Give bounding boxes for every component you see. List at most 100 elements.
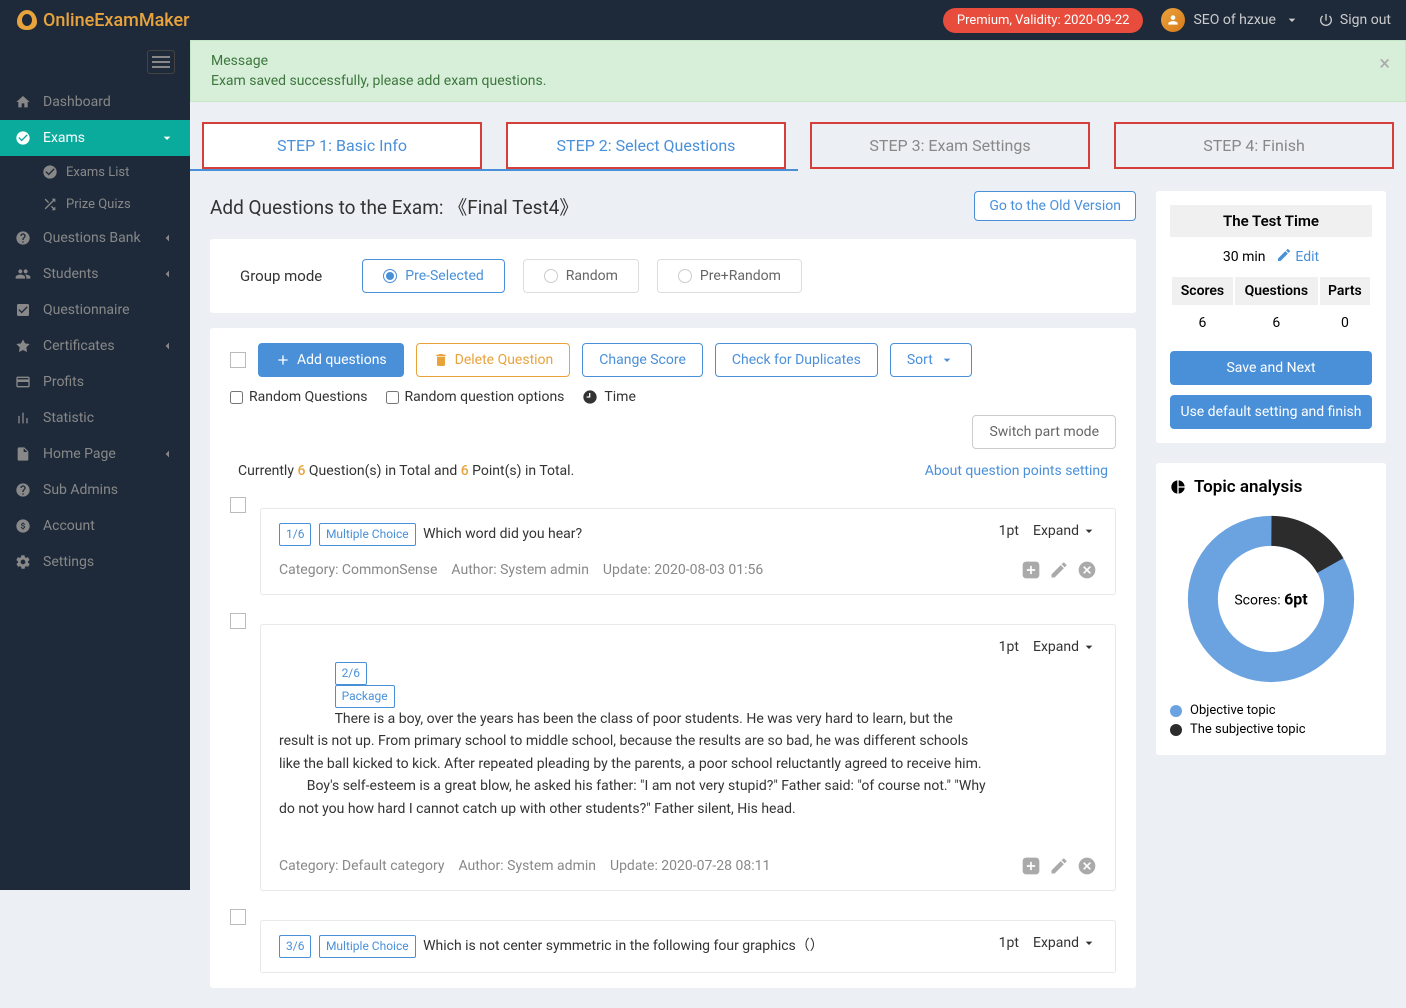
legend-label: The subjective topic xyxy=(1190,722,1306,737)
clock-icon xyxy=(582,389,598,405)
delete-question-button[interactable]: Delete Question xyxy=(416,343,571,377)
close-icon[interactable]: × xyxy=(1379,51,1390,75)
question-checkbox[interactable] xyxy=(230,497,246,513)
nav-home-page[interactable]: Home Page xyxy=(0,436,190,472)
nav-sub-admins[interactable]: Sub Admins xyxy=(0,472,190,508)
change-score-button[interactable]: Change Score xyxy=(582,343,703,377)
message-title: Message xyxy=(211,53,1385,69)
chevron-down-icon xyxy=(159,130,175,146)
signout-button[interactable]: Sign out xyxy=(1318,12,1391,28)
avatar xyxy=(1161,8,1185,32)
chevron-left-icon xyxy=(159,266,175,282)
nav-settings[interactable]: Settings xyxy=(0,544,190,580)
nav-label: Students xyxy=(43,266,98,282)
step-3[interactable]: STEP 3: Exam Settings xyxy=(810,122,1090,169)
expand-button[interactable]: Expand xyxy=(1033,935,1097,951)
nav-profits[interactable]: Profits xyxy=(0,364,190,400)
time-toggle[interactable]: Time xyxy=(582,389,635,405)
signout-label: Sign out xyxy=(1340,12,1391,28)
chevron-down-icon xyxy=(1081,935,1097,951)
logo[interactable]: OnlineExamMaker xyxy=(15,8,190,32)
topic-donut-chart: Scores: 6pt xyxy=(1181,509,1361,689)
pie-chart-icon xyxy=(1170,479,1186,495)
nav-certificates[interactable]: Certificates xyxy=(0,328,190,364)
radio-pre-random[interactable]: Pre+Random xyxy=(657,259,802,293)
nav-label: Statistic xyxy=(43,410,94,426)
nav-statistic[interactable]: Statistic xyxy=(0,400,190,436)
check-circle-icon xyxy=(15,130,31,146)
legend-item: The subjective topic xyxy=(1170,722,1372,737)
question-category: Category: Default category xyxy=(279,858,444,874)
user-menu[interactable]: SEO of hzxue xyxy=(1161,8,1299,32)
premium-badge: Premium, Validity: 2020-09-22 xyxy=(943,8,1144,33)
edit-time-link[interactable]: Edit xyxy=(1276,249,1319,265)
nav-account[interactable]: Account xyxy=(0,508,190,544)
expand-button[interactable]: Expand xyxy=(1033,523,1097,539)
points-setting-link[interactable]: About question points setting xyxy=(925,463,1108,479)
users-icon xyxy=(15,266,31,282)
delete-icon[interactable] xyxy=(1077,560,1097,580)
question-text: There is a boy, over the years has been … xyxy=(279,711,989,817)
expand-button[interactable]: Expand xyxy=(1033,639,1097,655)
sort-button[interactable]: Sort xyxy=(890,343,972,377)
page-icon xyxy=(15,446,31,462)
td-questions: 6 xyxy=(1235,307,1318,339)
select-all-checkbox[interactable] xyxy=(230,352,246,368)
add-questions-button[interactable]: Add questions xyxy=(258,343,404,377)
step-1[interactable]: STEP 1: Basic Info xyxy=(202,122,482,169)
sidebar-toggle[interactable] xyxy=(0,40,190,84)
question-index-tag: 2/6 xyxy=(335,662,367,685)
radio-label: Pre+Random xyxy=(700,268,781,284)
nav-questions-bank[interactable]: Questions Bank xyxy=(0,220,190,256)
nav-students[interactable]: Students xyxy=(0,256,190,292)
edit-icon[interactable] xyxy=(1049,856,1069,876)
question-index-tag: 3/6 xyxy=(279,935,311,958)
btn-label: Sort xyxy=(907,352,933,368)
question-type-tag: Package xyxy=(335,685,395,708)
home-icon xyxy=(15,94,31,110)
step-2[interactable]: STEP 2: Select Questions xyxy=(506,122,786,169)
title-prefix: Add Questions to the Exam: xyxy=(210,196,448,219)
nav-label: Dashboard xyxy=(43,94,111,110)
delete-icon[interactable] xyxy=(1077,856,1097,876)
nav-exams-list[interactable]: Exams List xyxy=(0,156,190,188)
legend-dot-icon xyxy=(1170,724,1182,736)
exam-name: 《Final Test4》 xyxy=(448,196,578,219)
question-checkbox[interactable] xyxy=(230,613,246,629)
edit-icon[interactable] xyxy=(1049,560,1069,580)
user-name: SEO of hzxue xyxy=(1193,12,1275,28)
help-icon xyxy=(15,482,31,498)
test-time-panel: The Test Time 30 min Edit Scores Questio… xyxy=(1156,191,1386,443)
chevron-left-icon xyxy=(159,230,175,246)
use-default-button[interactable]: Use default setting and finish xyxy=(1170,395,1372,429)
radio-random[interactable]: Random xyxy=(523,259,639,293)
check-duplicates-button[interactable]: Check for Duplicates xyxy=(715,343,878,377)
th-parts: Parts xyxy=(1320,277,1370,305)
radio-pre-selected[interactable]: Pre-Selected xyxy=(362,259,505,293)
test-time-title: The Test Time xyxy=(1170,205,1372,237)
nav-dashboard[interactable]: Dashboard xyxy=(0,84,190,120)
step-4[interactable]: STEP 4: Finish xyxy=(1114,122,1394,169)
legend-label: Objective topic xyxy=(1190,703,1276,718)
switch-mode-button[interactable]: Switch part mode xyxy=(972,415,1116,449)
shuffle-icon xyxy=(42,196,58,212)
add-icon[interactable] xyxy=(1021,560,1041,580)
check-circle-icon xyxy=(42,164,58,180)
nav-questionnaire[interactable]: Questionnaire xyxy=(0,292,190,328)
td-scores: 6 xyxy=(1172,307,1233,339)
random-options-toggle[interactable]: Random question options xyxy=(386,389,565,405)
message-body: Exam saved successfully, please add exam… xyxy=(211,73,1385,89)
checkbox[interactable] xyxy=(386,391,399,404)
question-checkbox[interactable] xyxy=(230,909,246,925)
save-next-button[interactable]: Save and Next xyxy=(1170,351,1372,385)
steps: STEP 1: Basic Info STEP 2: Select Questi… xyxy=(190,122,1406,169)
checkbox[interactable] xyxy=(230,391,243,404)
nav-prize-quizs[interactable]: Prize Quizs xyxy=(0,188,190,220)
nav-label: Home Page xyxy=(43,446,116,462)
question-points: 1pt xyxy=(999,639,1019,655)
chevron-down-icon xyxy=(1284,12,1300,28)
add-icon[interactable] xyxy=(1021,856,1041,876)
nav-exams[interactable]: Exams xyxy=(0,120,190,156)
old-version-button[interactable]: Go to the Old Version xyxy=(974,191,1136,221)
random-questions-toggle[interactable]: Random Questions xyxy=(230,389,368,405)
